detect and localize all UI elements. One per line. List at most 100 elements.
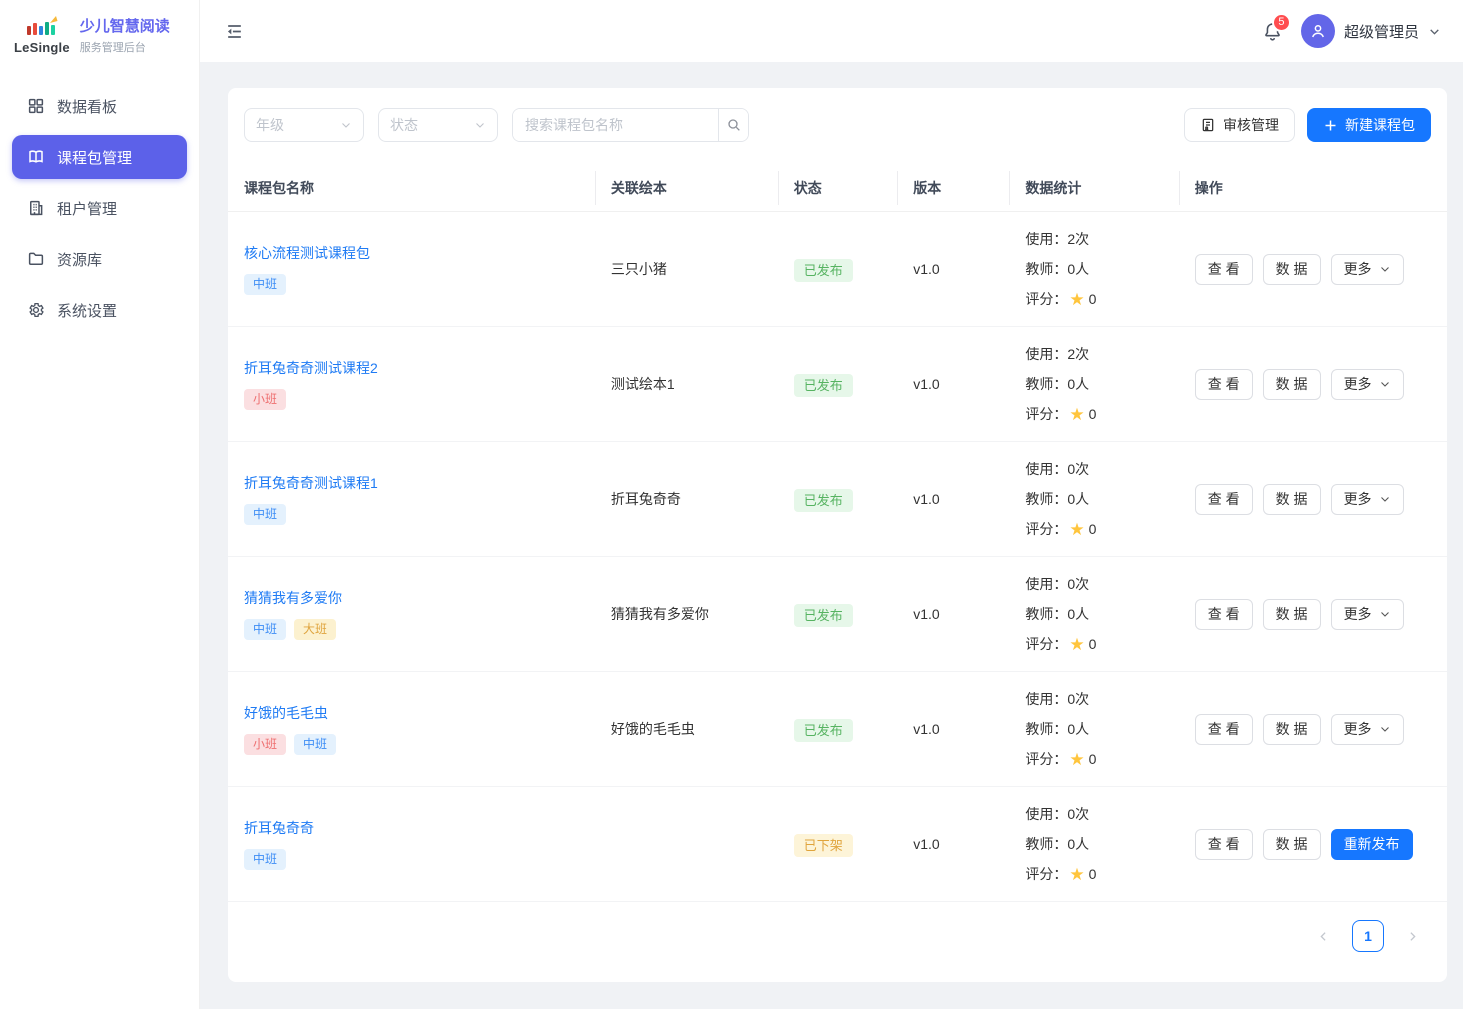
chevron-down-icon bbox=[1379, 723, 1391, 735]
sidebar-item-dashboard[interactable]: 数据看板 bbox=[12, 84, 187, 128]
stats-cell: 使用：0次 教师：0人 评分：★0 bbox=[1009, 799, 1178, 889]
table-body: 核心流程测试课程包 中班 三只小猪 已发布 v1.0 使用：2次 教师：0人 评… bbox=[228, 212, 1447, 902]
course-package-link[interactable]: 折耳兔奇奇 bbox=[244, 818, 314, 838]
usage-value: 0次 bbox=[1067, 799, 1089, 829]
row-actions: 查 看数 据重新发布 bbox=[1179, 829, 1447, 860]
usage-label: 使用： bbox=[1025, 799, 1067, 829]
grade-select[interactable]: 年级 bbox=[244, 108, 364, 142]
data-button[interactable]: 数 据 bbox=[1263, 254, 1321, 285]
audit-management-button[interactable]: 审核管理 bbox=[1184, 108, 1295, 142]
rating-value: 0 bbox=[1089, 284, 1097, 314]
status-badge: 已下架 bbox=[794, 834, 853, 857]
sidebar-item-label: 数据看板 bbox=[57, 96, 117, 117]
table-row: 折耳兔奇奇测试课程1 中班 折耳兔奇奇 已发布 v1.0 使用：0次 教师：0人… bbox=[228, 442, 1447, 557]
related-book: 好饿的毛毛虫 bbox=[595, 719, 778, 739]
more-button[interactable]: 更多 bbox=[1331, 484, 1404, 515]
search-input[interactable] bbox=[513, 109, 718, 141]
sidebar-item-settings[interactable]: 系统设置 bbox=[12, 288, 187, 332]
rating-label: 评分： bbox=[1025, 399, 1067, 429]
sidebar-item-resources[interactable]: 资源库 bbox=[12, 237, 187, 281]
grade-select-placeholder: 年级 bbox=[256, 115, 284, 135]
table-row: 折耳兔奇奇测试课程2 小班 测试绘本1 已发布 v1.0 使用：2次 教师：0人… bbox=[228, 327, 1447, 442]
search-group bbox=[512, 108, 749, 142]
sidebar-item-label: 资源库 bbox=[57, 249, 102, 270]
usage-value: 2次 bbox=[1067, 339, 1089, 369]
data-button[interactable]: 数 据 bbox=[1263, 714, 1321, 745]
more-button[interactable]: 更多 bbox=[1331, 714, 1404, 745]
column-header-status: 状态 bbox=[778, 165, 897, 211]
teachers-value: 0人 bbox=[1067, 254, 1089, 284]
teachers-value: 0人 bbox=[1067, 599, 1089, 629]
column-header-name: 课程包名称 bbox=[228, 165, 595, 211]
content-area: 年级 状态 bbox=[200, 62, 1463, 1009]
data-button[interactable]: 数 据 bbox=[1263, 599, 1321, 630]
star-icon: ★ bbox=[1069, 866, 1084, 883]
next-page-button[interactable] bbox=[1406, 930, 1419, 943]
view-button[interactable]: 查 看 bbox=[1195, 369, 1253, 400]
course-package-table: 课程包名称 关联绘本 状态 版本 数据统计 操作 核心流程测试课程包 中班 三只… bbox=[228, 165, 1447, 982]
audit-button-label: 审核管理 bbox=[1223, 115, 1279, 135]
menu-fold-icon[interactable] bbox=[225, 22, 244, 41]
class-tags: 中班 bbox=[244, 504, 579, 526]
table-row: 猜猜我有多爱你 中班大班 猜猜我有多爱你 已发布 v1.0 使用：0次 教师：0… bbox=[228, 557, 1447, 672]
course-package-link[interactable]: 折耳兔奇奇测试课程2 bbox=[244, 358, 378, 378]
user-menu[interactable]: 超级管理员 bbox=[1301, 14, 1441, 48]
row-actions: 查 看数 据更多 bbox=[1179, 599, 1447, 630]
class-tags: 中班 bbox=[244, 849, 579, 871]
more-button[interactable]: 更多 bbox=[1331, 369, 1404, 400]
star-icon: ★ bbox=[1069, 291, 1084, 308]
chevron-down-icon bbox=[340, 119, 352, 131]
course-package-link[interactable]: 好饿的毛毛虫 bbox=[244, 703, 328, 723]
data-button[interactable]: 数 据 bbox=[1263, 369, 1321, 400]
status-badge: 已发布 bbox=[794, 259, 853, 282]
class-tags: 中班大班 bbox=[244, 619, 579, 641]
republish-button[interactable]: 重新发布 bbox=[1331, 829, 1413, 860]
course-package-link[interactable]: 核心流程测试课程包 bbox=[244, 243, 370, 263]
view-button[interactable]: 查 看 bbox=[1195, 829, 1253, 860]
search-button[interactable] bbox=[718, 109, 748, 141]
prev-page-button[interactable] bbox=[1317, 930, 1330, 943]
folder-icon bbox=[27, 250, 45, 268]
view-button[interactable]: 查 看 bbox=[1195, 599, 1253, 630]
stats-cell: 使用：2次 教师：0人 评分：★0 bbox=[1009, 339, 1178, 429]
class-tag: 中班 bbox=[244, 504, 286, 526]
audit-icon bbox=[1200, 117, 1216, 133]
view-button[interactable]: 查 看 bbox=[1195, 714, 1253, 745]
view-button[interactable]: 查 看 bbox=[1195, 254, 1253, 285]
page-number-button[interactable]: 1 bbox=[1352, 920, 1384, 952]
usage-value: 0次 bbox=[1067, 569, 1089, 599]
course-package-link[interactable]: 猜猜我有多爱你 bbox=[244, 588, 342, 608]
status-badge: 已发布 bbox=[794, 719, 853, 742]
view-button[interactable]: 查 看 bbox=[1195, 484, 1253, 515]
table-row: 折耳兔奇奇 中班 已下架 v1.0 使用：0次 教师：0人 评分：★0 查 看数… bbox=[228, 787, 1447, 902]
teachers-value: 0人 bbox=[1067, 829, 1089, 859]
course-package-link[interactable]: 折耳兔奇奇测试课程1 bbox=[244, 473, 378, 493]
rating-label: 评分： bbox=[1025, 514, 1067, 544]
plus-icon bbox=[1323, 118, 1338, 133]
class-tag: 中班 bbox=[244, 849, 286, 871]
more-button[interactable]: 更多 bbox=[1331, 254, 1404, 285]
sidebar-item-course-packages[interactable]: 课程包管理 bbox=[12, 135, 187, 179]
notifications-button[interactable]: 5 bbox=[1262, 21, 1283, 42]
status-select-placeholder: 状态 bbox=[390, 115, 418, 135]
data-button[interactable]: 数 据 bbox=[1263, 829, 1321, 860]
sidebar-item-label: 租户管理 bbox=[57, 198, 117, 219]
chevron-down-icon bbox=[1379, 378, 1391, 390]
create-course-package-button[interactable]: 新建课程包 bbox=[1307, 108, 1431, 142]
usage-value: 0次 bbox=[1067, 684, 1089, 714]
app-subtitle: 服务管理后台 bbox=[80, 39, 170, 55]
more-button[interactable]: 更多 bbox=[1331, 599, 1404, 630]
status-select[interactable]: 状态 bbox=[378, 108, 498, 142]
data-button[interactable]: 数 据 bbox=[1263, 484, 1321, 515]
app-title: 少儿智慧阅读 bbox=[80, 15, 170, 36]
column-header-stats: 数据统计 bbox=[1009, 165, 1178, 211]
sidebar-item-tenants[interactable]: 租户管理 bbox=[12, 186, 187, 230]
chevron-down-icon bbox=[474, 119, 486, 131]
sidebar: LeSingle 少儿智慧阅读 服务管理后台 数据看板 课程包管理 bbox=[0, 0, 200, 1009]
stats-cell: 使用：0次 教师：0人 评分：★0 bbox=[1009, 569, 1178, 659]
status-badge: 已发布 bbox=[794, 604, 853, 627]
status-badge: 已发布 bbox=[794, 489, 853, 512]
star-icon: ★ bbox=[1069, 751, 1084, 768]
pagination: 1 bbox=[228, 902, 1447, 982]
class-tag: 大班 bbox=[294, 619, 336, 641]
